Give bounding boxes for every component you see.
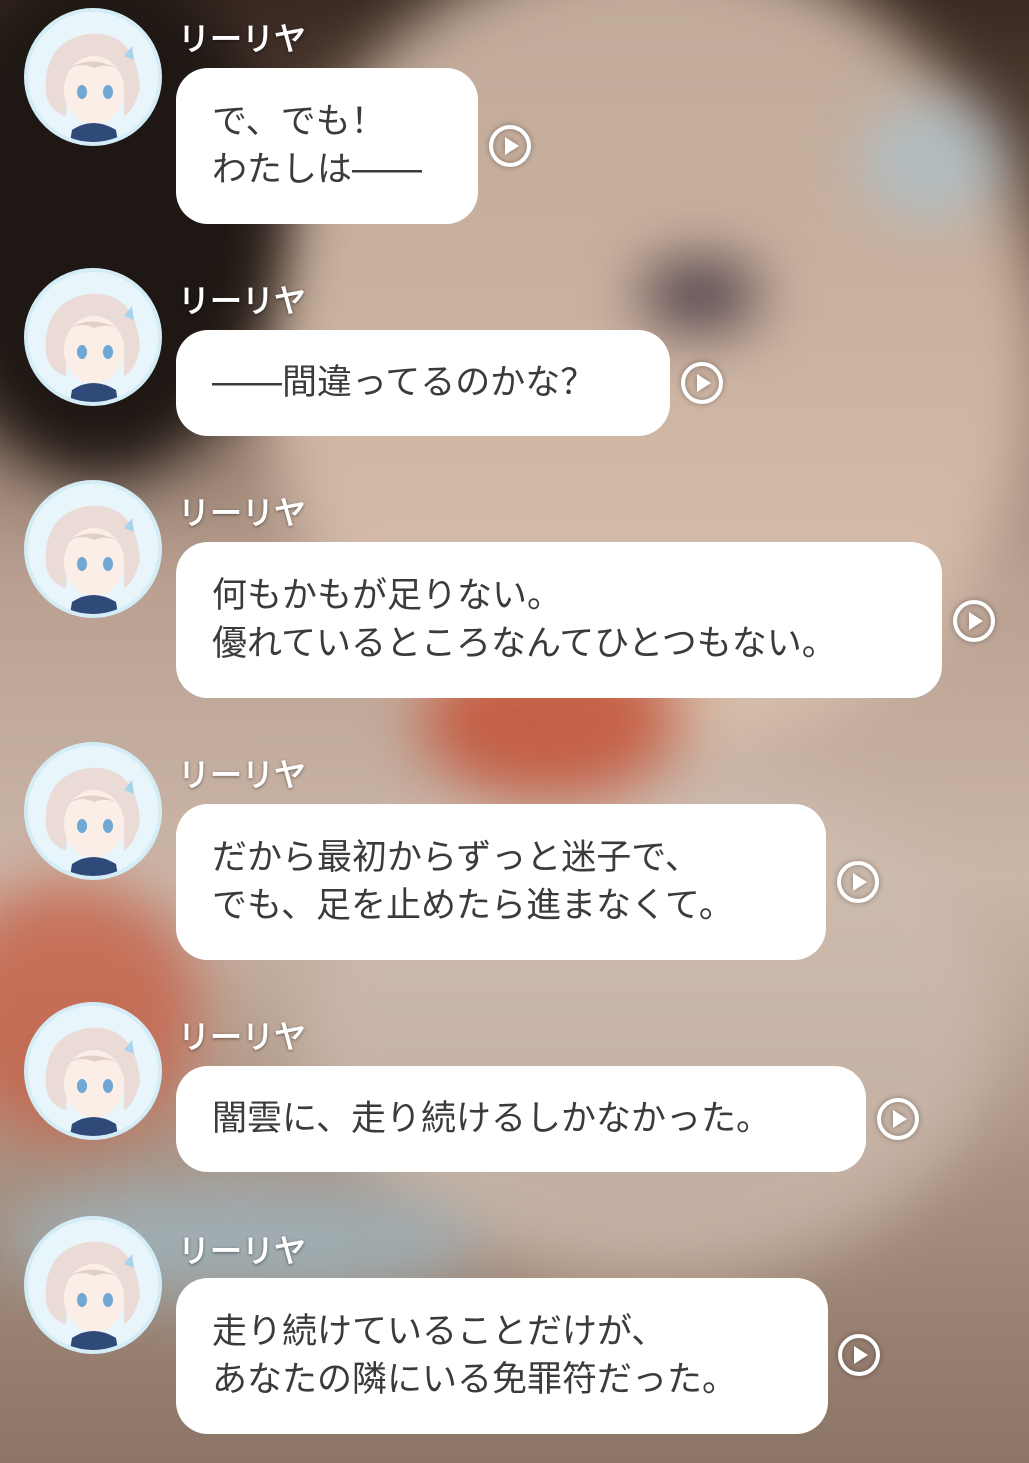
message-line: で、でも！ [212, 102, 386, 142]
play-voice-icon[interactable] [837, 861, 879, 903]
message-line: 優れているところなんてひとつもない。 [212, 624, 837, 664]
message-bubble: で、でも！ わたしは―― [176, 68, 478, 224]
message-line: 闇雲に、走り続けるしかなかった。 [212, 1099, 771, 1139]
character-portrait-icon [28, 746, 158, 876]
play-voice-icon[interactable] [489, 125, 531, 167]
avatar [24, 1002, 162, 1140]
avatar [24, 742, 162, 880]
message-bubble: 走り続けていることだけが、 あなたの隣にいる免罪符だった。 [176, 1278, 828, 1434]
character-portrait-icon [28, 272, 158, 402]
speaker-name: リーリヤ [178, 756, 307, 794]
speaker-name: リーリヤ [178, 20, 307, 58]
play-voice-icon[interactable] [681, 362, 723, 404]
message-line: ――間違ってるのかな？ [212, 363, 596, 403]
message-line: あなたの隣にいる免罪符だった。 [212, 1360, 738, 1400]
message-line: 何もかもが足りない。 [212, 576, 563, 616]
play-voice-icon[interactable] [877, 1098, 919, 1140]
speaker-name: リーリヤ [178, 494, 307, 532]
speaker-name: リーリヤ [178, 282, 307, 320]
character-portrait-icon [28, 484, 158, 614]
background-scene [0, 0, 1029, 1463]
avatar [24, 268, 162, 406]
message-bubble: だから最初からずっと迷子で、 でも、足を止めたら進まなくて。 [176, 804, 826, 960]
character-portrait-icon [28, 1220, 158, 1350]
message-bubble: 何もかもが足りない。 優れているところなんてひとつもない。 [176, 542, 942, 698]
avatar [24, 8, 162, 146]
character-portrait-icon [28, 12, 158, 142]
avatar [24, 480, 162, 618]
message-line: だから最初からずっと迷子で、 [212, 838, 700, 878]
avatar [24, 1216, 162, 1354]
message-bubble: 闇雲に、走り続けるしかなかった。 [176, 1066, 866, 1172]
play-voice-icon[interactable] [838, 1334, 880, 1376]
speaker-name: リーリヤ [178, 1232, 307, 1270]
character-portrait-icon [28, 1006, 158, 1136]
speaker-name: リーリヤ [178, 1018, 307, 1056]
message-line: でも、足を止めたら進まなくて。 [212, 886, 734, 926]
message-line: 走り続けていることだけが、 [212, 1312, 667, 1352]
message-bubble: ――間違ってるのかな？ [176, 330, 670, 436]
message-line: わたしは―― [212, 150, 423, 190]
play-voice-icon[interactable] [953, 600, 995, 642]
